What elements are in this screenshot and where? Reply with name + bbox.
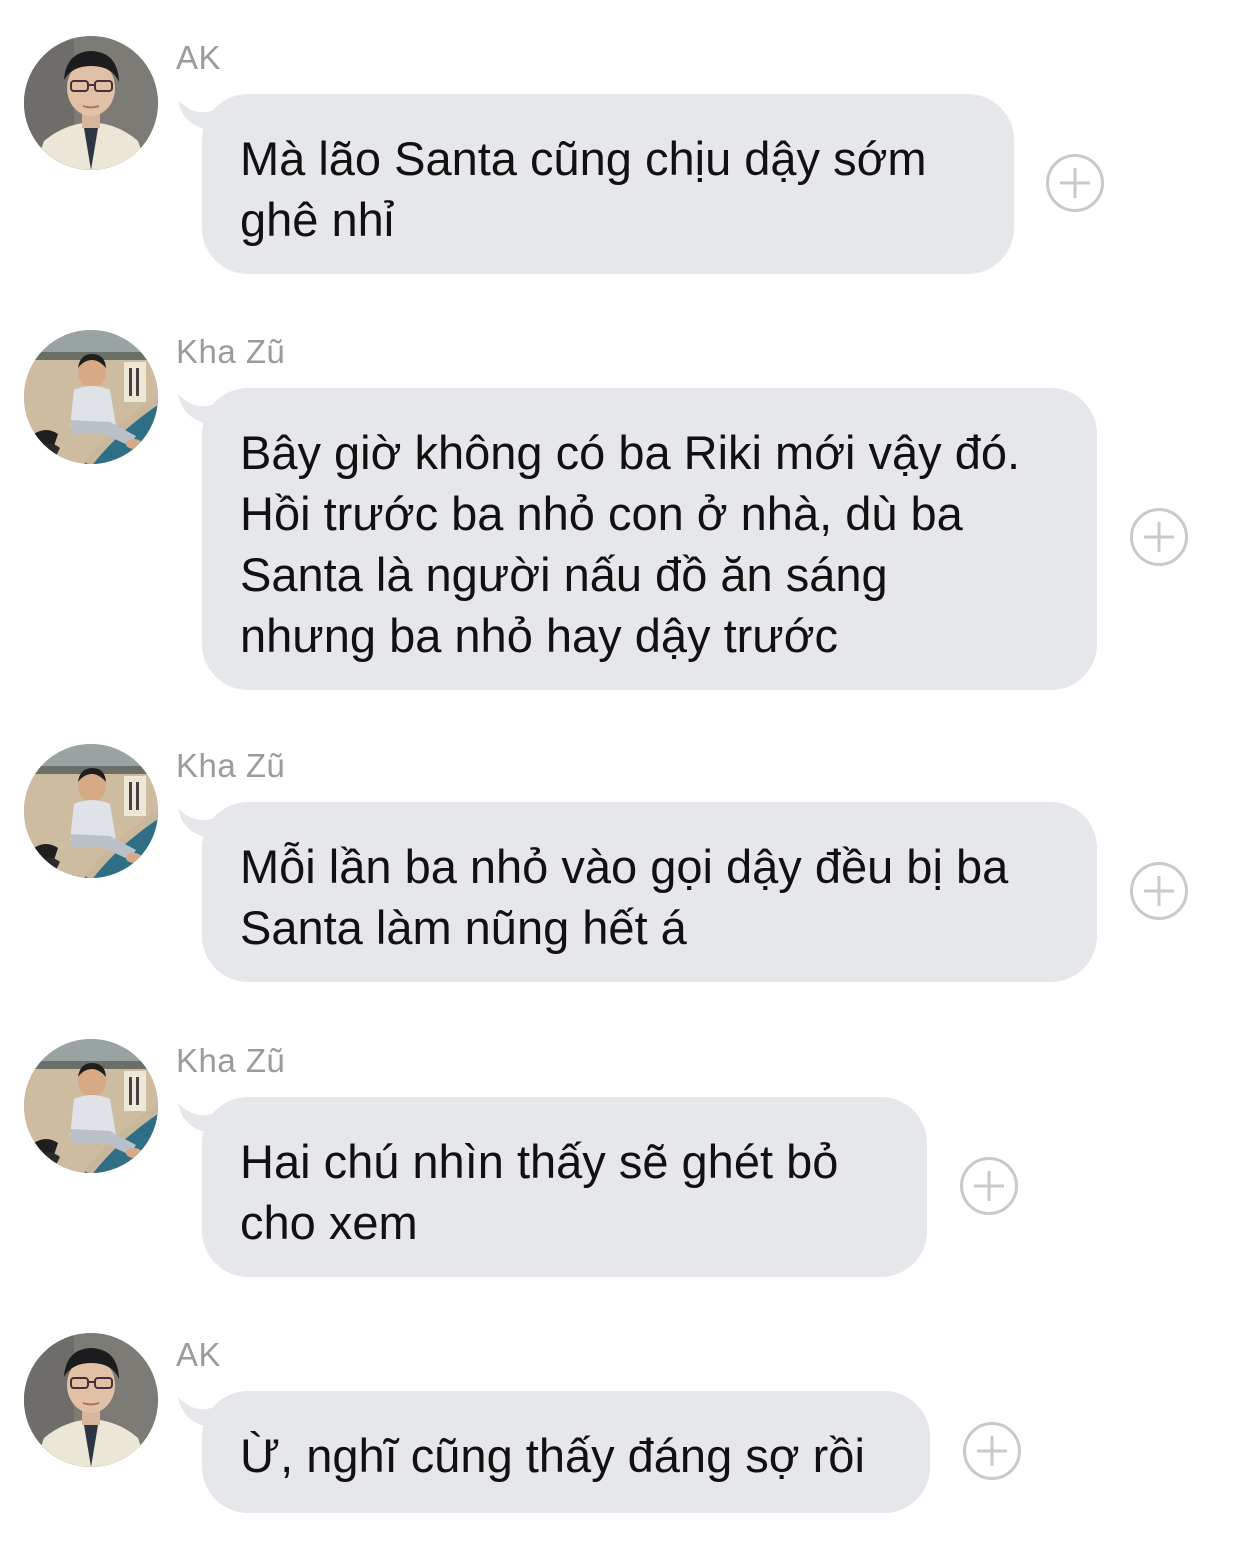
ak-avatar-image: [24, 36, 158, 170]
kha-zu-avatar[interactable]: [24, 330, 158, 464]
sender-name: Kha Zũ: [176, 333, 286, 370]
message-bubble[interactable]: Ừ, nghĩ cũng thấy đáng sợ rồi: [202, 1391, 930, 1513]
ak-avatar[interactable]: [24, 1333, 158, 1467]
message-bubble[interactable]: Bây giờ không có ba Riki mới vậy đó. Hồi…: [202, 388, 1097, 690]
sender-name: AK: [176, 39, 222, 76]
sender-name: AK: [176, 1336, 222, 1373]
kha-zu-avatar-image: [24, 1039, 158, 1173]
ak-avatar-image: [24, 1333, 158, 1467]
plus-circle-icon[interactable]: [1130, 862, 1188, 920]
message-bubble[interactable]: Mỗi lần ba nhỏ vào gọi dậy đều bị ba San…: [202, 802, 1097, 982]
sender-name: Kha Zũ: [176, 747, 286, 784]
sender-name: Kha Zũ: [176, 1042, 286, 1079]
plus-circle-icon[interactable]: [1046, 154, 1104, 212]
message-bubble[interactable]: Mà lão Santa cũng chịu dậy sớm ghê nhỉ: [202, 94, 1014, 274]
kha-zu-avatar[interactable]: [24, 744, 158, 878]
ak-avatar[interactable]: [24, 36, 158, 170]
plus-circle-icon[interactable]: [960, 1157, 1018, 1215]
kha-zu-avatar-image: [24, 330, 158, 464]
message-bubble[interactable]: Hai chú nhìn thấy sẽ ghét bỏ cho xem: [202, 1097, 927, 1277]
plus-circle-icon[interactable]: [963, 1422, 1021, 1480]
plus-circle-icon[interactable]: [1130, 508, 1188, 566]
kha-zu-avatar[interactable]: [24, 1039, 158, 1173]
kha-zu-avatar-image: [24, 744, 158, 878]
